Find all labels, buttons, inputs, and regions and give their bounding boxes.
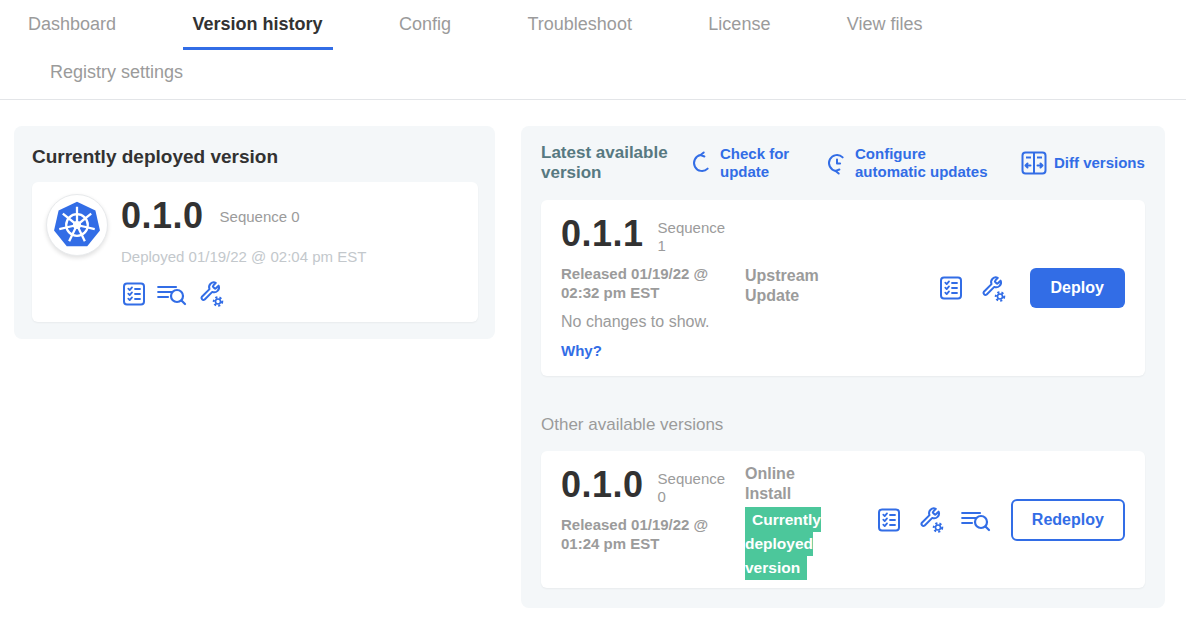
latest-version-sequence: Sequence 1	[658, 219, 738, 255]
online-install-label: Online Install	[745, 464, 825, 504]
currently-deployed-panel: Currently deployed version 0.1.0 Sequenc…	[14, 126, 495, 339]
app-logo	[46, 194, 108, 256]
tab-registry-settings[interactable]: Registry settings	[40, 62, 193, 83]
check-for-update-label: Check for update	[720, 145, 796, 181]
latest-version-number: 0.1.1	[561, 216, 644, 252]
tab-troubleshoot[interactable]: Troubleshoot	[518, 14, 642, 47]
latest-released-timestamp: Released 01/19/22 @ 02:32 pm EST	[561, 264, 721, 302]
latest-version-actions: Deploy	[938, 268, 1125, 308]
upstream-update-label: Upstream Update	[745, 266, 825, 306]
no-changes-text: No changes to show.	[561, 313, 1125, 331]
top-navigation: Dashboard Version history Config Trouble…	[0, 0, 1186, 100]
latest-version-source: Upstream Update	[745, 266, 875, 306]
refresh-icon	[691, 151, 713, 175]
diff-versions-label: Diff versions	[1054, 154, 1145, 172]
other-version-sequence: Sequence 0	[658, 470, 738, 506]
tabs-row-2: Registry settings	[0, 50, 1186, 99]
available-versions-panel: Latest available version Check for updat…	[521, 126, 1165, 608]
deploy-logs-icon[interactable]	[157, 281, 187, 307]
other-version-source: Online Install Currently deployed versio…	[745, 464, 875, 580]
config-edit-icon[interactable]	[197, 279, 226, 308]
current-version-info: 0.1.0 Sequence 0 Deployed 01/19/22 @ 02:…	[121, 194, 366, 308]
deployed-timestamp: Deployed 01/19/22 @ 02:04 pm EST	[121, 248, 366, 265]
tab-view-files[interactable]: View files	[837, 14, 933, 47]
config-edit-icon[interactable]	[979, 274, 1008, 303]
tab-version-history[interactable]: Version history	[183, 14, 333, 50]
preflight-checks-icon[interactable]	[876, 507, 902, 533]
currently-deployed-badge-wrap: Currently deployed version	[745, 508, 833, 580]
other-released-timestamp: Released 01/19/22 @ 01:24 pm EST	[561, 515, 721, 553]
latest-version-header: Latest available version Check for updat…	[541, 143, 1145, 183]
config-edit-icon[interactable]	[917, 505, 946, 534]
latest-version-title: Latest available version	[541, 143, 683, 183]
tab-license[interactable]: License	[698, 14, 780, 47]
currently-deployed-title: Currently deployed version	[32, 146, 478, 168]
preflight-checks-icon[interactable]	[938, 275, 964, 301]
other-version-number: 0.1.0	[561, 467, 644, 503]
diff-versions-link[interactable]: Diff versions	[1021, 151, 1145, 175]
redeploy-button[interactable]: Redeploy	[1011, 499, 1125, 541]
kubernetes-icon	[52, 200, 102, 250]
preflight-checks-icon[interactable]	[121, 281, 147, 307]
other-version-actions: Redeploy	[876, 499, 1125, 541]
configure-automatic-updates-label: Configure automatic updates	[855, 145, 997, 181]
main-content: Currently deployed version 0.1.0 Sequenc…	[0, 100, 1186, 608]
current-sequence: Sequence 0	[220, 208, 300, 226]
tab-config[interactable]: Config	[389, 14, 461, 47]
latest-version-card: 0.1.1 Sequence 1 Released 01/19/22 @ 02:…	[541, 200, 1145, 376]
other-version-card: 0.1.0 Sequence 0 Released 01/19/22 @ 01:…	[541, 451, 1145, 588]
current-version-actions	[121, 279, 366, 308]
currently-deployed-badge: Currently deployed version	[745, 507, 821, 580]
other-versions-header: Other available versions	[541, 415, 1145, 435]
tabs-row-1: Dashboard Version history Config Trouble…	[0, 14, 1186, 50]
currently-deployed-card: 0.1.0 Sequence 0 Deployed 01/19/22 @ 02:…	[32, 182, 478, 322]
why-link[interactable]: Why?	[561, 342, 1125, 359]
current-version-number: 0.1.0	[121, 198, 204, 234]
auto-update-icon	[826, 151, 848, 175]
configure-automatic-updates-link[interactable]: Configure automatic updates	[826, 145, 997, 181]
deploy-button[interactable]: Deploy	[1030, 268, 1125, 308]
deploy-logs-icon[interactable]	[961, 507, 991, 533]
tab-dashboard[interactable]: Dashboard	[18, 14, 126, 47]
check-for-update-link[interactable]: Check for update	[691, 145, 796, 181]
diff-icon	[1021, 151, 1047, 175]
